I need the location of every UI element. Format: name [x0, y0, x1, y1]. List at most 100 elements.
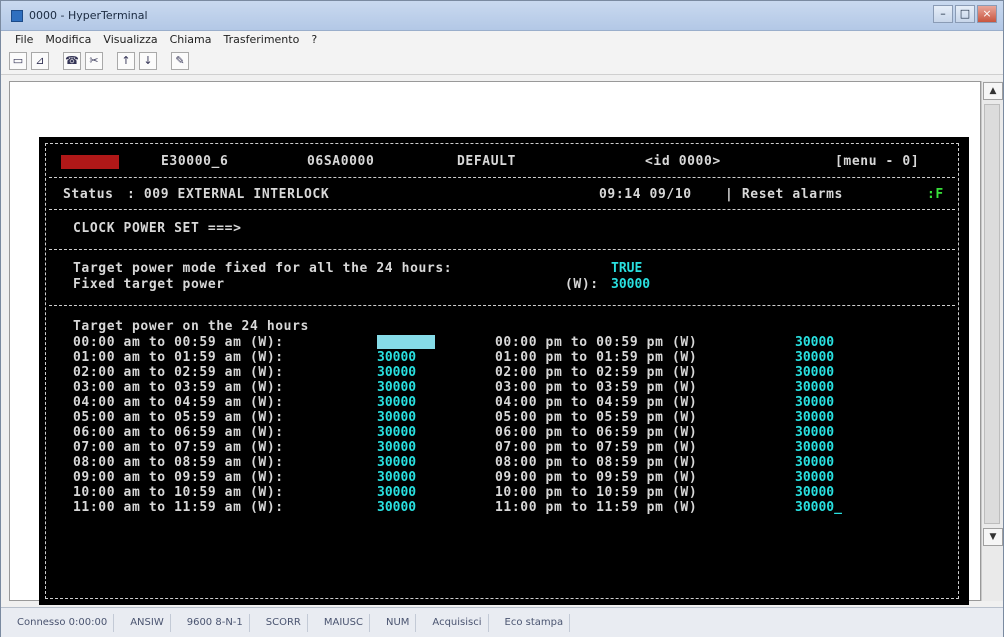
pm-hour-power-field[interactable]: 30000	[795, 425, 834, 440]
pm-hour-power-field[interactable]: 30000	[795, 350, 834, 365]
am-hour-power-field[interactable]: 30000	[377, 440, 416, 455]
disconnect-icon[interactable]: ✂	[85, 52, 103, 70]
new-icon[interactable]: ▭	[9, 52, 27, 70]
am-hour-row-label: 07:00 am to 07:59 am (W):	[73, 440, 284, 455]
pm-hour-row-label: 03:00 pm to 03:59 pm (W)	[495, 380, 698, 395]
am-hour-power-field[interactable]: 30000	[377, 455, 416, 470]
reset-alarms-field[interactable]: :F	[927, 187, 944, 202]
profile-name: DEFAULT	[457, 154, 516, 169]
am-hour-row-label: 03:00 am to 03:59 am (W):	[73, 380, 284, 395]
toolbar: ▭ ⊿ ☎ ✂ ↑ ↓ ✎	[1, 49, 1003, 75]
pm-hour-row-label: 10:00 pm to 10:59 pm (W)	[495, 485, 698, 500]
receive-icon[interactable]: ↓	[139, 52, 157, 70]
status-text: : 009 EXTERNAL INTERLOCK	[127, 187, 330, 202]
hours-title: Target power on the 24 hours	[73, 319, 309, 334]
pm-hour-power-field[interactable]: 30000	[795, 380, 834, 395]
pm-hour-row-label: 02:00 pm to 02:59 pm (W)	[495, 365, 698, 380]
vertical-scrollbar[interactable]: ▲ ▼	[981, 81, 1003, 601]
scroll-up-icon[interactable]: ▲	[983, 82, 1003, 100]
am-hour-power-field[interactable]: 30000	[377, 380, 416, 395]
am-hour-power-field[interactable]: 30000	[377, 365, 416, 380]
am-hour-power-field[interactable]: 30000	[377, 470, 416, 485]
pm-hour-row-label: 00:00 pm to 00:59 pm (W)	[495, 335, 698, 350]
status-scroll: SCORR	[260, 613, 308, 632]
status-print-echo: Eco stampa	[499, 613, 571, 632]
am-hour-power-field[interactable]: 30000	[377, 425, 416, 440]
status-emulation: ANSIW	[124, 613, 171, 632]
am-hour-row-label: 04:00 am to 04:59 am (W):	[73, 395, 284, 410]
menu-bar: File Modifica Visualizza Chiama Trasferi…	[1, 31, 1003, 49]
target-mode-label: Target power mode fixed for all the 24 h…	[73, 261, 453, 276]
title-bar[interactable]: 0000 - HyperTerminal – □ ×	[1, 1, 1003, 31]
am-hour-power-field[interactable]: 30000	[377, 395, 416, 410]
scroll-down-icon[interactable]: ▼	[983, 528, 1003, 546]
am-hour-row-label: 10:00 am to 10:59 am (W):	[73, 485, 284, 500]
pm-hour-row-label: 08:00 pm to 08:59 pm (W)	[495, 455, 698, 470]
window-title: 0000 - HyperTerminal	[29, 9, 148, 22]
pm-hour-power-field[interactable]: 30000	[795, 410, 834, 425]
fixed-power-field[interactable]: 30000	[611, 277, 650, 292]
pm-hour-row-label: 04:00 pm to 04:59 pm (W)	[495, 395, 698, 410]
am-hour-power-field[interactable]: 30000	[377, 485, 416, 500]
am-hour-power-field[interactable]: 30000	[377, 500, 416, 515]
pm-hour-row-label: 07:00 pm to 07:59 pm (W)	[495, 440, 698, 455]
fixed-power-label: Fixed target power	[73, 277, 225, 292]
am-hour-row-label: 09:00 am to 09:59 am (W):	[73, 470, 284, 485]
am-hour-row-label: 02:00 am to 02:59 am (W):	[73, 365, 284, 380]
hyperterminal-window: 0000 - HyperTerminal – □ × File Modifica…	[0, 0, 1004, 637]
pm-hour-power-field[interactable]: 30000	[795, 485, 834, 500]
pm-hour-power-field[interactable]: 30000	[795, 440, 834, 455]
properties-icon[interactable]: ✎	[171, 52, 189, 70]
am-hour-row-label: 08:00 am to 08:59 am (W):	[73, 455, 284, 470]
menu-modifica[interactable]: Modifica	[39, 31, 97, 49]
app-icon	[11, 10, 23, 22]
device-model: E30000_6	[161, 154, 229, 169]
fixed-power-unit: (W):	[565, 277, 599, 292]
pm-hour-row-label: 05:00 pm to 05:59 pm (W)	[495, 410, 698, 425]
minimize-icon[interactable]: –	[933, 5, 953, 23]
pm-hour-row-label: 11:00 pm to 11:59 pm (W)	[495, 500, 698, 515]
device-code: 06SA0000	[307, 154, 375, 169]
am-hour-power-field[interactable]: 30000	[377, 335, 435, 350]
pm-hour-power-field[interactable]: 30000	[795, 395, 834, 410]
menu-help[interactable]: ?	[305, 31, 323, 49]
send-icon[interactable]: ↑	[117, 52, 135, 70]
scroll-thumb[interactable]	[984, 104, 1000, 524]
menu-file[interactable]: File	[9, 31, 39, 49]
status-caps: MAIUSC	[318, 613, 370, 632]
device-id: <id 0000>	[645, 154, 721, 169]
am-hour-row-label: 05:00 am to 05:59 am (W):	[73, 410, 284, 425]
pm-hour-power-field[interactable]: 30000	[795, 365, 834, 380]
terminal-screen[interactable]: E30000_6 06SA0000 DEFAULT <id 0000> [men…	[39, 137, 969, 605]
am-hour-row-label: 00:00 am to 00:59 am (W):	[73, 335, 284, 350]
status-capture: Acquisisci	[426, 613, 489, 632]
am-hour-row-label: 06:00 am to 06:59 am (W):	[73, 425, 284, 440]
maximize-icon[interactable]: □	[955, 5, 975, 23]
target-mode-field[interactable]: TRUE	[611, 261, 642, 276]
menu-indicator: [menu - 0]	[835, 154, 920, 169]
pm-hour-row-label: 01:00 pm to 01:59 pm (W)	[495, 350, 698, 365]
pm-hour-power-field[interactable]: 30000	[795, 455, 834, 470]
status-label: Status	[63, 187, 114, 202]
pm-hour-power-field[interactable]: 30000	[795, 470, 834, 485]
pm-hour-power-field[interactable]: 30000_	[795, 500, 842, 515]
status-port-settings: 9600 8-N-1	[181, 613, 250, 632]
menu-chiama[interactable]: Chiama	[164, 31, 218, 49]
pm-hour-power-field[interactable]: 30000	[795, 335, 834, 350]
window-controls: – □ ×	[933, 5, 997, 23]
close-icon[interactable]: ×	[977, 5, 997, 23]
status-connection: Connesso 0:00:00	[11, 613, 115, 632]
pm-hour-row-label: 06:00 pm to 06:59 pm (W)	[495, 425, 698, 440]
am-hour-row-label: 11:00 am to 11:59 am (W):	[73, 500, 284, 515]
brand-logo	[61, 155, 119, 169]
am-hour-power-field[interactable]: 30000	[377, 410, 416, 425]
status-num: NUM	[380, 613, 417, 632]
am-hour-row-label: 01:00 am to 01:59 am (W):	[73, 350, 284, 365]
open-icon[interactable]: ⊿	[31, 52, 49, 70]
connect-icon[interactable]: ☎	[63, 52, 81, 70]
am-hour-power-field[interactable]: 30000	[377, 350, 416, 365]
status-time: 09:14 09/10	[599, 187, 692, 202]
menu-trasferimento[interactable]: Trasferimento	[218, 31, 306, 49]
menu-visualizza[interactable]: Visualizza	[97, 31, 163, 49]
status-bar: Connesso 0:00:00 ANSIW 9600 8-N-1 SCORR …	[1, 607, 1003, 637]
